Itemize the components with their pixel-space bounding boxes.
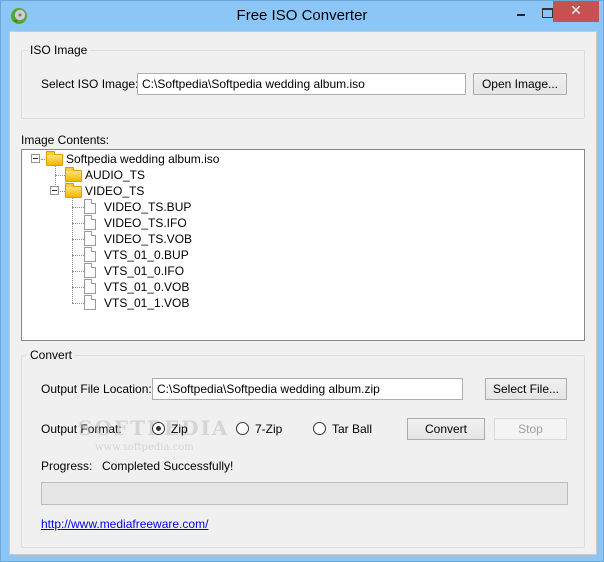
convert-group-label: Convert (30, 348, 73, 362)
minimize-button[interactable] (508, 1, 534, 22)
iso-path-input[interactable]: C:\Softpedia\Softpedia wedding album.iso (137, 73, 466, 95)
select-iso-label: Select ISO Image: (41, 77, 139, 91)
tree-connector (72, 271, 84, 272)
progress-status: Completed Successfully! (102, 459, 234, 473)
file-icon (84, 263, 96, 278)
iso-image-group-label: ISO Image (30, 43, 88, 57)
folder-icon (65, 167, 82, 182)
radio-tar-ball[interactable] (313, 422, 326, 435)
output-format-label: Output Format: (41, 422, 122, 436)
stop-button: Stop (494, 418, 567, 440)
file-icon (84, 279, 96, 294)
radio-7zip[interactable] (236, 422, 249, 435)
close-button[interactable]: ✕ (553, 1, 599, 22)
title-bar[interactable]: Free ISO Converter ✕ (1, 1, 603, 31)
collapse-toggle-root[interactable] (31, 154, 40, 163)
output-location-label: Output File Location: (41, 382, 152, 396)
folder-icon (46, 151, 63, 166)
image-contents-label: Image Contents: (21, 133, 110, 147)
progress-bar (41, 482, 568, 505)
file-icon (84, 295, 96, 310)
website-link[interactable]: http://www.mediafreeware.com/ (41, 517, 208, 531)
format-option-zip[interactable]: Zip (152, 420, 212, 438)
app-window: Free ISO Converter ✕ ISO Image Select IS… (0, 0, 604, 562)
tree-connector (72, 303, 84, 304)
close-icon: ✕ (570, 3, 582, 19)
folder-icon (65, 183, 82, 198)
file-icon (84, 231, 96, 246)
tree-connector (72, 223, 84, 224)
tree-connector (55, 175, 65, 176)
format-option-7zip[interactable]: 7-Zip (236, 420, 296, 438)
tree-connector (72, 287, 84, 288)
tree-connector (72, 239, 84, 240)
format-option-tar-ball[interactable]: Tar Ball (313, 420, 393, 438)
progress-label: Progress: (41, 459, 93, 473)
open-image-button[interactable]: Open Image... (473, 73, 567, 95)
convert-button[interactable]: Convert (407, 418, 485, 440)
image-contents-tree[interactable]: Softpedia wedding album.iso AUDIO_TS VID… (21, 149, 585, 341)
output-location-input[interactable]: C:\Softpedia\Softpedia wedding album.zip (152, 378, 463, 400)
collapse-toggle-video-ts[interactable] (50, 186, 59, 195)
file-icon (84, 215, 96, 230)
file-icon (84, 199, 96, 214)
client-area: ISO Image Select ISO Image: C:\Softpedia… (9, 31, 597, 555)
tree-connector (72, 255, 84, 256)
radio-zip[interactable] (152, 422, 165, 435)
select-file-button[interactable]: Select File... (485, 378, 567, 400)
file-icon (84, 247, 96, 262)
tree-connector (72, 207, 84, 208)
